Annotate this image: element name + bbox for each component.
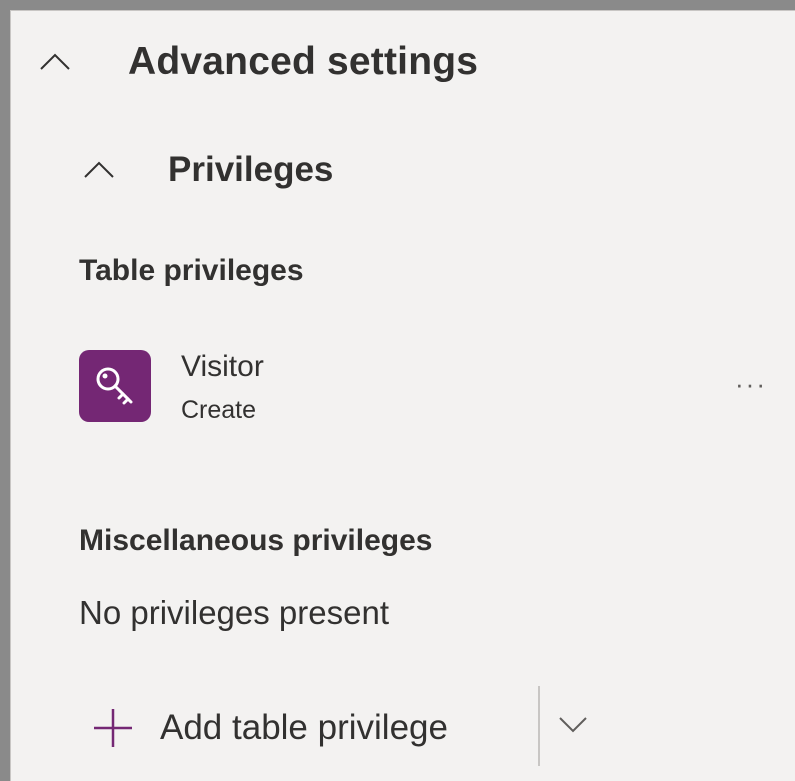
misc-privileges-heading: Miscellaneous privileges <box>79 524 433 557</box>
more-options-button[interactable]: ··· <box>723 364 779 404</box>
misc-privileges-empty-text: No privileges present <box>79 594 389 631</box>
privilege-access-level: Create <box>181 396 257 424</box>
chevron-down-icon[interactable] <box>556 712 590 738</box>
table-privileges-heading: Table privileges <box>79 254 304 287</box>
chevron-up-icon <box>82 158 116 182</box>
advanced-settings-panel: Advanced settings Privileges Table privi… <box>10 10 795 781</box>
key-icon <box>96 367 133 405</box>
chevron-up-icon <box>38 50 72 74</box>
privileges-title: Privileges <box>168 150 334 189</box>
privilege-table-name: Visitor <box>181 350 264 383</box>
table-privilege-item[interactable]: Visitor Create ··· <box>79 350 779 430</box>
split-button-divider <box>538 686 540 766</box>
table-icon-tile <box>79 350 151 422</box>
add-table-privilege-button[interactable]: Add table privilege <box>88 690 448 766</box>
advanced-settings-title: Advanced settings <box>128 40 479 83</box>
advanced-settings-toggle[interactable]: Advanced settings <box>38 40 478 84</box>
add-table-privilege-label: Add table privilege <box>160 708 448 747</box>
plus-icon <box>88 703 138 753</box>
privileges-toggle[interactable]: Privileges <box>82 148 333 192</box>
